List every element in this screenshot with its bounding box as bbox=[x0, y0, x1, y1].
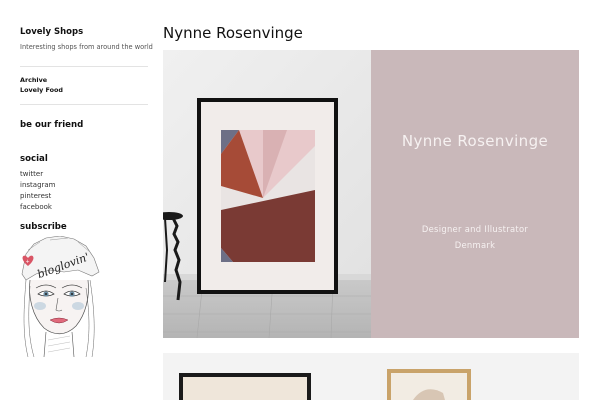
site-tagline: Interesting shops from around the world bbox=[20, 43, 153, 51]
site-title[interactable]: Lovely Shops bbox=[20, 27, 83, 37]
social-links-list: twitter instagram pinterest facebook bbox=[20, 169, 56, 213]
artist-name: Nynne Rosenvinge bbox=[401, 132, 549, 150]
nav-link-lovely-food[interactable]: Lovely Food bbox=[20, 86, 63, 94]
twitter-link[interactable]: twitter bbox=[20, 170, 43, 178]
facebook-link[interactable]: facebook bbox=[20, 203, 52, 211]
sidebar-divider bbox=[20, 104, 148, 105]
post-title[interactable]: Nynne Rosenvinge bbox=[163, 24, 303, 42]
instagram-link[interactable]: instagram bbox=[20, 181, 56, 189]
social-link-item: twitter bbox=[20, 169, 56, 180]
bloglovin-subscribe-badge[interactable]: bloglovin' + bbox=[20, 236, 101, 357]
social-link-item: instagram bbox=[20, 180, 56, 191]
be-our-friend-heading: be our friend bbox=[20, 120, 84, 130]
svg-text:+: + bbox=[26, 259, 30, 265]
sidebar-divider bbox=[20, 66, 148, 67]
nav-link-archive[interactable]: Archive bbox=[20, 76, 47, 84]
artist-country: Denmark bbox=[454, 240, 496, 250]
framed-artwork-photo bbox=[163, 50, 371, 338]
artist-info-panel: Nynne Rosenvinge Designer and Illustrato… bbox=[371, 50, 579, 338]
second-artwork-photo bbox=[163, 353, 579, 400]
pinterest-link[interactable]: pinterest bbox=[20, 192, 51, 200]
social-link-item: pinterest bbox=[20, 191, 56, 202]
artist-role: Designer and Illustrator bbox=[421, 224, 529, 234]
social-link-item: facebook bbox=[20, 202, 56, 213]
subscribe-heading: subscribe bbox=[20, 222, 67, 232]
social-heading: social bbox=[20, 154, 48, 164]
hero-image: Nynne Rosenvinge Designer and Illustrato… bbox=[163, 50, 579, 338]
